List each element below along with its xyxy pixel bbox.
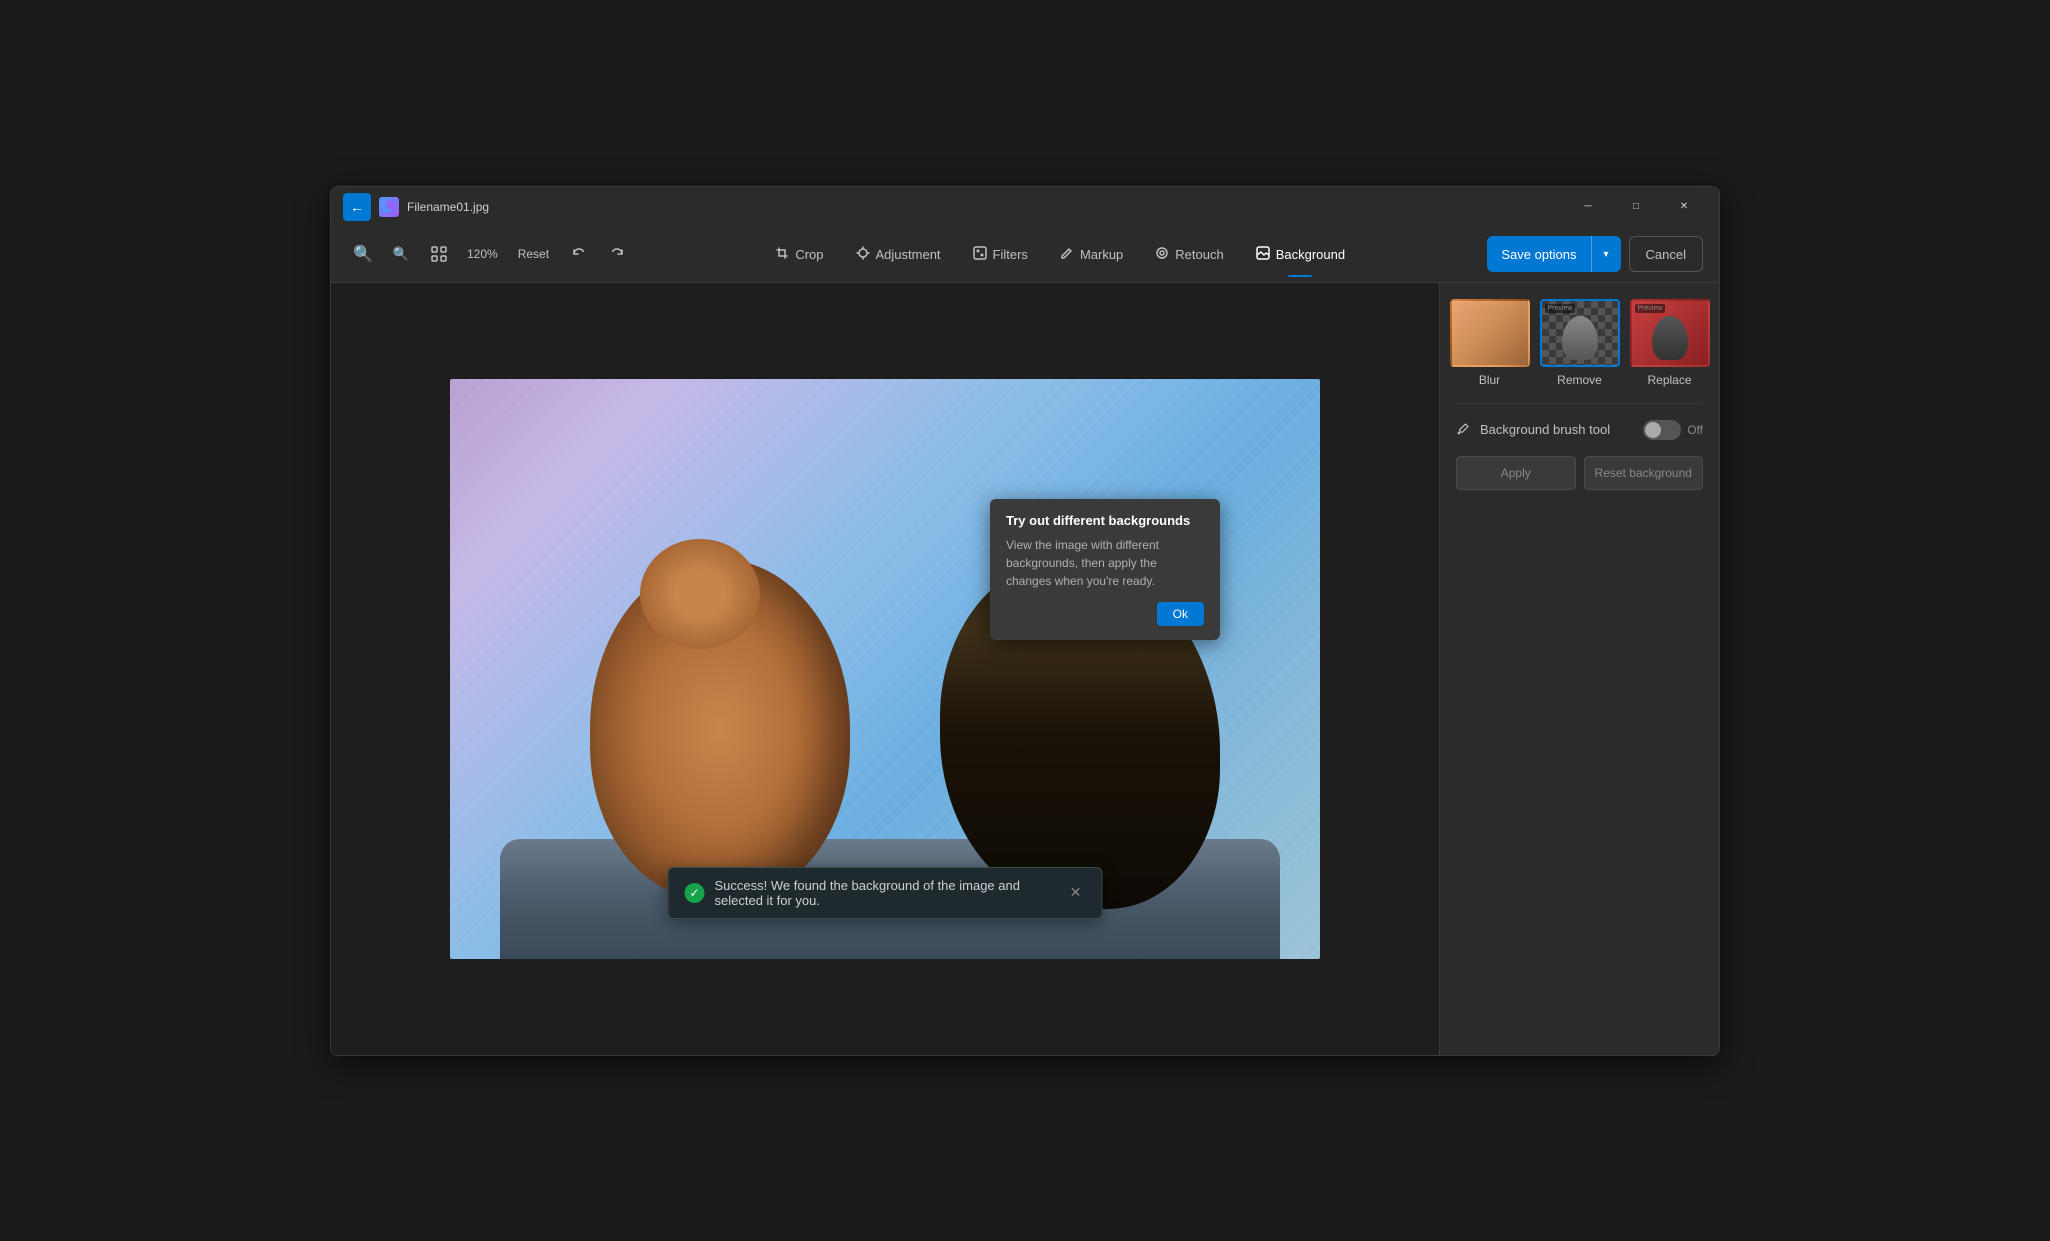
minimize-button[interactable]: ─	[1565, 191, 1611, 223]
replace-thumbnail: Preview	[1630, 299, 1710, 367]
reset-button[interactable]: Reset	[510, 243, 557, 265]
toolbar-right: Save options ▾ Cancel	[1487, 236, 1703, 272]
save-options-button[interactable]: Save options ▾	[1487, 236, 1620, 272]
adjustment-icon	[856, 246, 870, 263]
save-options-label: Save options	[1487, 236, 1590, 272]
undo-button[interactable]	[563, 238, 595, 270]
toggle-thumb	[1645, 422, 1661, 438]
brush-tool-row: Background brush tool Off	[1456, 420, 1703, 440]
title-bar-left: ← Filename01.jpg	[343, 193, 1565, 221]
back-icon: ←	[350, 199, 364, 215]
right-panel: Blur Preview Remove Preview Re	[1439, 283, 1719, 1055]
reset-background-button[interactable]: Reset background	[1584, 456, 1704, 490]
remove-label: Remove	[1557, 373, 1602, 387]
fit-button[interactable]	[423, 238, 455, 270]
blur-label: Blur	[1479, 373, 1500, 387]
close-icon: ✕	[1680, 201, 1688, 212]
zoom-out-button[interactable]: 🔍	[385, 238, 417, 270]
toast-message: Success! We found the background of the …	[715, 878, 1056, 908]
remove-background-option[interactable]: Preview Remove	[1540, 299, 1620, 387]
markup-tool-button[interactable]: Markup	[1046, 240, 1137, 269]
window-title: Filename01.jpg	[407, 200, 489, 214]
fluffy-dog	[570, 519, 870, 899]
image-container: Try out different backgrounds View the i…	[450, 379, 1320, 959]
remove-preview-label: Preview	[1545, 304, 1576, 313]
toolbar-center: Crop Adjustment Filters Markup	[641, 240, 1479, 269]
background-icon	[1256, 246, 1270, 263]
crop-icon	[775, 246, 789, 263]
adjustment-tool-button[interactable]: Adjustment	[842, 240, 955, 269]
blur-background-option[interactable]: Blur	[1450, 299, 1530, 387]
toggle-state: Off	[1687, 423, 1703, 437]
redo-button[interactable]	[601, 238, 633, 270]
cancel-button[interactable]: Cancel	[1629, 236, 1703, 272]
minimize-icon: ─	[1584, 201, 1591, 212]
toolbar: 🔍 🔍 120% Reset Crop	[331, 227, 1719, 283]
background-tooltip: Try out different backgrounds View the i…	[990, 499, 1220, 640]
close-button[interactable]: ✕	[1661, 191, 1707, 223]
replace-preview-label: Preview	[1635, 304, 1666, 313]
toolbar-left: 🔍 🔍 120% Reset	[347, 238, 633, 270]
retouch-icon	[1155, 246, 1169, 263]
app-window: ← Filename01.jpg ─ □ ✕ 🔍	[330, 186, 1720, 1056]
toast-close-button[interactable]: ✕	[1066, 882, 1086, 903]
title-bar: ← Filename01.jpg ─ □ ✕	[331, 187, 1719, 227]
replace-background-option[interactable]: Preview Replace	[1630, 299, 1710, 387]
filters-icon	[973, 246, 987, 263]
save-options-arrow[interactable]: ▾	[1591, 236, 1621, 272]
zoom-in-button[interactable]: 🔍	[347, 238, 379, 270]
remove-thumbnail: Preview	[1540, 299, 1620, 367]
replace-label: Replace	[1647, 373, 1691, 387]
panel-divider	[1456, 403, 1703, 404]
main-content: Try out different backgrounds View the i…	[331, 283, 1719, 1055]
photos-icon	[382, 200, 396, 214]
back-button[interactable]: ←	[343, 193, 371, 221]
success-icon: ✓	[685, 883, 705, 903]
tooltip-body: View the image with different background…	[1006, 536, 1204, 590]
app-icon	[379, 197, 399, 217]
brush-icon	[1456, 420, 1472, 439]
markup-icon	[1060, 246, 1074, 263]
action-buttons: Apply Reset background	[1456, 456, 1703, 490]
maximize-icon: □	[1633, 201, 1639, 212]
toggle-track[interactable]	[1643, 420, 1681, 440]
retouch-tool-button[interactable]: Retouch	[1141, 240, 1237, 269]
tooltip-ok-button[interactable]: Ok	[1157, 602, 1204, 626]
brush-tool-label: Background brush tool	[1480, 422, 1635, 437]
apply-button[interactable]: Apply	[1456, 456, 1576, 490]
tooltip-title: Try out different backgrounds	[1006, 513, 1204, 528]
canvas-area: Try out different backgrounds View the i…	[331, 283, 1439, 1055]
background-thumbnails: Blur Preview Remove Preview Re	[1456, 299, 1703, 387]
brush-toggle[interactable]: Off	[1643, 420, 1703, 440]
window-controls: ─ □ ✕	[1565, 191, 1707, 223]
crop-tool-button[interactable]: Crop	[761, 240, 837, 269]
filters-tool-button[interactable]: Filters	[959, 240, 1042, 269]
blur-thumbnail	[1450, 299, 1530, 367]
success-toast: ✓ Success! We found the background of th…	[668, 867, 1103, 919]
maximize-button[interactable]: □	[1613, 191, 1659, 223]
zoom-level: 120%	[461, 247, 504, 261]
background-tool-button[interactable]: Background	[1242, 240, 1359, 269]
